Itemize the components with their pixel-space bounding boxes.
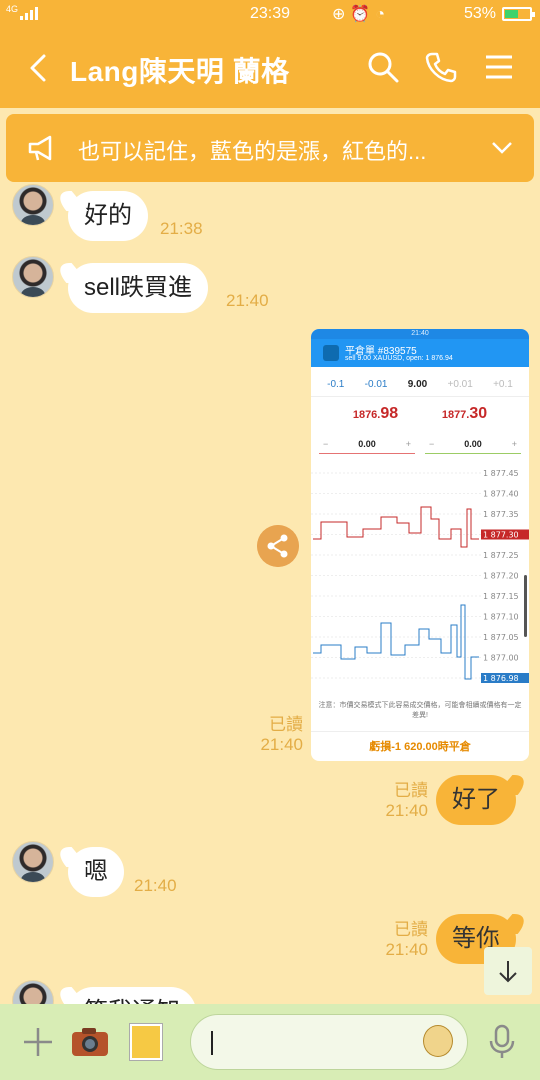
search-icon[interactable] (366, 50, 400, 84)
text-cursor (211, 1031, 213, 1055)
message-time: 21:40 (226, 291, 269, 310)
message-bubble[interactable]: 嗯 (68, 847, 124, 897)
status-icons: ⊕⏰◔ (332, 4, 390, 24)
price-tick-label: 1 877.00 (483, 654, 519, 663)
price-tick-label: 1 877.10 (483, 613, 519, 622)
back-icon[interactable] (26, 52, 52, 84)
battery-icon (502, 7, 535, 21)
chat-title: Lang陳天明 蘭格 (70, 56, 290, 87)
lock-rotation-icon: ⊕ (332, 6, 351, 23)
scroll-down-icon[interactable] (484, 947, 532, 995)
price-tick-label: 1 877.05 (483, 633, 519, 642)
screenshot-titlebar: 平倉單 #839575 sell 9.00 XAUUSD, open: 1 87… (311, 339, 529, 367)
step: +0.01 (447, 379, 473, 390)
mic-icon[interactable] (488, 1024, 516, 1060)
price-tick-label: 1 877.30 (483, 531, 519, 540)
volume-value: 9.00 (407, 379, 428, 390)
quote-prices: 1876.98 1877.30 (311, 397, 529, 431)
price-tick-label: 1 877.40 (483, 490, 519, 499)
volume-steps: -0.1 -0.01 9.00 +0.01 +0.1 (311, 367, 529, 397)
avatar[interactable] (12, 184, 54, 226)
sticker-icon[interactable] (130, 1024, 162, 1060)
sl-tp-fields: −0.00 + −0.00 + (311, 431, 529, 460)
price-tick-label: 1 877.25 (483, 551, 519, 560)
image-message[interactable]: 21:40 平倉單 #839575 sell 9.00 XAUUSD, open… (311, 329, 529, 761)
input-bar (0, 1004, 540, 1080)
message-time: 21:38 (160, 219, 203, 238)
announcement-text: 也可以記住，藍色的是漲，紅色的... (78, 139, 427, 164)
ask-price: 1877.30 (441, 405, 488, 422)
stop-loss-field: −0.00 + (319, 437, 415, 454)
message-time: 21:40 (134, 876, 177, 895)
megaphone-icon (28, 135, 52, 161)
close-position-button: 虧損-1 620.00時平倉 (311, 731, 529, 761)
menu-icon[interactable] (482, 50, 516, 84)
read-receipt: 已讀 21:40 (385, 920, 428, 959)
read-receipt: 已讀 21:40 (260, 715, 303, 754)
app-icon (323, 345, 339, 361)
message-bubble[interactable]: 好了 (436, 775, 516, 825)
screenshot-status-bar: 21:40 (311, 329, 529, 339)
read-receipt: 已讀 21:40 (385, 781, 428, 820)
chevron-down-icon[interactable] (490, 138, 514, 158)
take-profit-field: −0.00 + (425, 437, 521, 454)
screenshot-scrollbar (524, 575, 527, 637)
emoji-icon[interactable] (423, 1025, 453, 1057)
price-tick-label: 1 876.98 (483, 674, 519, 683)
screenshot-note: 注意：市價交易模式下此容易成交價格，可能會相續或價格有一定差異! (318, 702, 522, 719)
message-bubble[interactable]: sell跌買進 (68, 263, 209, 313)
message-input[interactable] (190, 1014, 468, 1070)
status-bar: 4G 23:39 ⊕⏰◔ 53% (0, 0, 540, 28)
wifi-icon: ◔ (375, 6, 390, 23)
step: -0.1 (327, 379, 345, 390)
bid-price: 1876.98 (352, 405, 399, 422)
step: +0.1 (493, 379, 513, 390)
red-price-line (313, 506, 479, 548)
screenshot-subtitle: sell 9.00 XAUUSD, open: 1 876.94 (345, 355, 453, 362)
share-icon[interactable] (257, 525, 299, 567)
chat-header: Lang陳天明 蘭格 (0, 28, 540, 108)
alarm-icon: ⏰ (350, 6, 376, 23)
battery-percent: 53% (463, 5, 496, 22)
avatar[interactable] (12, 841, 54, 883)
camera-icon[interactable] (70, 1026, 110, 1058)
tick-chart: 1 877.45 1 877.40 1 877.35 1 877.30 1 877.25… (311, 469, 529, 683)
announcement-banner[interactable]: 也可以記住，藍色的是漲，紅色的... (6, 114, 534, 182)
avatar[interactable] (12, 256, 54, 298)
price-tick-label: 1 877.35 (483, 510, 519, 519)
price-tick-label: 1 877.45 (483, 469, 519, 478)
step: -0.01 (364, 379, 388, 390)
phone-icon[interactable] (424, 50, 458, 84)
message-bubble[interactable]: 好的 (68, 191, 148, 241)
clock: 23:39 (249, 5, 291, 22)
price-tick-label: 1 877.20 (483, 572, 519, 581)
price-tick-label: 1 877.15 (483, 592, 519, 601)
plus-icon[interactable] (22, 1026, 54, 1058)
